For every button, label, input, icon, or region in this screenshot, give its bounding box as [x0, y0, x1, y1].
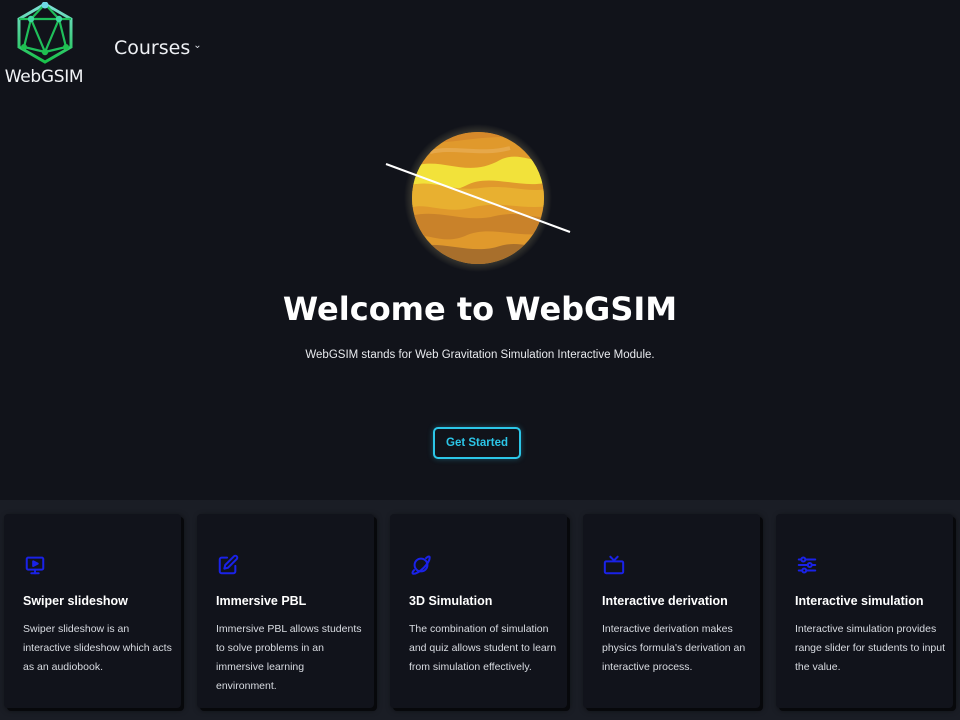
edit-square-icon — [218, 554, 239, 575]
feature-card-interactive-simulation[interactable]: Interactive simulation Interactive simul… — [776, 514, 953, 708]
hero-subtitle: WebGSIM stands for Web Gravitation Simul… — [305, 349, 655, 361]
webgsim-logo[interactable]: WebGSIM — [4, 2, 84, 87]
sliders-icon — [797, 556, 817, 574]
hero-title: Welcome to WebGSIM — [282, 290, 678, 328]
logo-network-icon — [17, 2, 73, 64]
courses-label: Courses — [114, 37, 191, 59]
feature-description: Swiper slideshow is an interactive slide… — [23, 623, 172, 673]
courses-dropdown[interactable]: Courses ⌄ — [114, 37, 202, 59]
logo-text: WebGSIM — [4, 67, 84, 87]
feature-title: Interactive simulation — [795, 594, 924, 608]
feature-title: Swiper slideshow — [23, 594, 128, 608]
feature-card-3d-simulation[interactable]: 3D Simulation The combination of simulat… — [390, 514, 567, 708]
feature-title: 3D Simulation — [409, 594, 493, 608]
feature-card-swiper-slideshow[interactable]: Swiper slideshow Swiper slideshow is an … — [4, 514, 181, 708]
feature-title: Interactive derivation — [602, 594, 728, 608]
planet-icon — [411, 555, 431, 575]
feature-description: Immersive PBL allows students to solve p… — [216, 623, 362, 692]
features-section: Swiper slideshow Swiper slideshow is an … — [0, 500, 960, 720]
feature-card-immersive-pbl[interactable]: Immersive PBL Immersive PBL allows stude… — [197, 514, 374, 708]
tv-icon — [603, 555, 625, 575]
presentation-screen-icon — [25, 556, 45, 575]
feature-card-interactive-derivation[interactable]: Interactive derivation Interactive deriv… — [583, 514, 760, 708]
chevron-down-icon: ⌄ — [193, 40, 202, 51]
feature-title: Immersive PBL — [216, 594, 307, 608]
header: WebGSIM Courses ⌄ — [0, 0, 960, 90]
get-started-button[interactable]: Get Started — [433, 427, 521, 459]
feature-description: Interactive derivation makes physics for… — [602, 623, 746, 673]
feature-description: Interactive simulation provides range sl… — [795, 623, 946, 673]
planet-illustration — [385, 124, 571, 272]
feature-description: The combination of simulation and quiz a… — [409, 623, 557, 673]
